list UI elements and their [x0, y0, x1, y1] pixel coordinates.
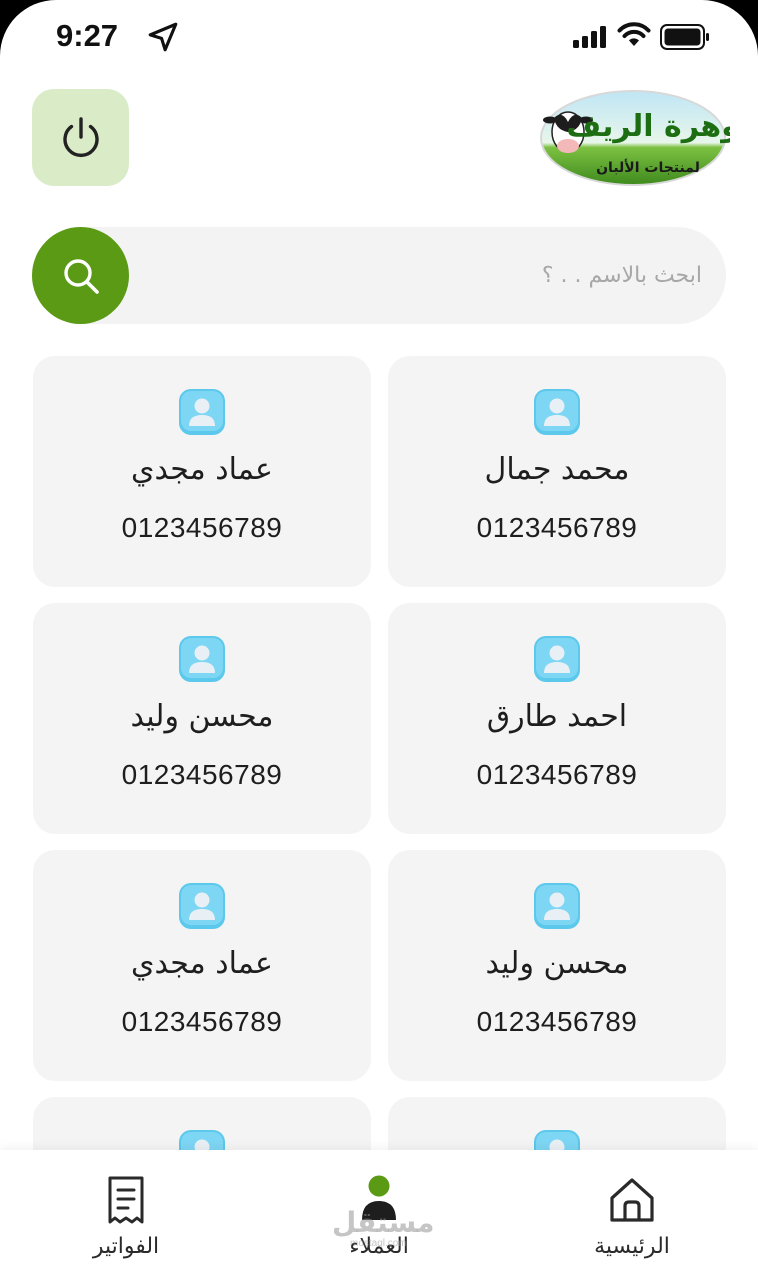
user-avatar-icon — [179, 636, 225, 682]
customer-card[interactable]: محمد جمال 0123456789 — [388, 356, 726, 587]
customer-name: عماد مجدي — [131, 946, 273, 981]
app-screen: 9:27 هرة الريف لمنتجات الألبان ابحث بالا… — [0, 0, 758, 1280]
wifi-icon — [617, 22, 651, 46]
nav-invoices[interactable]: الفواتير — [26, 1150, 226, 1280]
customer-phone: 0123456789 — [121, 759, 283, 790]
search-input[interactable] — [142, 227, 712, 324]
nav-invoices-label: الفواتير — [92, 1234, 160, 1259]
user-avatar-icon — [179, 883, 225, 929]
user-avatar-icon — [179, 389, 225, 435]
customer-phone: 0123456789 — [476, 512, 638, 543]
customer-phone: 0123456789 — [121, 512, 283, 543]
signal-icon — [573, 26, 606, 48]
customer-name: محسن وليد — [485, 946, 629, 981]
status-time: 9:27 — [56, 18, 119, 53]
brand-logo: جوهرة الريف لمنتجات الألبان — [540, 90, 730, 186]
search-bar — [32, 227, 726, 324]
customer-name: محسن وليد — [130, 699, 274, 734]
logo-tagline: لمنتجات الألبان — [596, 159, 700, 176]
user-avatar-icon — [534, 636, 580, 682]
customer-phone: 0123456789 — [121, 1006, 283, 1037]
logo-brand-name: جوهرة الريف — [566, 109, 730, 144]
customer-card[interactable]: محسن وليد 0123456789 — [33, 603, 371, 834]
search-icon — [63, 258, 99, 294]
nav-home-label: الرئيسية — [594, 1234, 670, 1259]
power-icon — [62, 116, 99, 157]
customer-name: احمد طارق — [486, 699, 628, 734]
customer-phone: 0123456789 — [476, 759, 638, 790]
location-arrow-icon — [148, 22, 178, 52]
user-avatar-icon — [534, 389, 580, 435]
customer-card[interactable]: عماد مجدي 0123456789 — [33, 356, 371, 587]
user-avatar-icon — [534, 883, 580, 929]
search-button[interactable] — [32, 227, 129, 324]
receipt-icon — [108, 1176, 144, 1224]
customer-card[interactable]: عماد مجدي 0123456789 — [33, 850, 371, 1081]
home-icon — [610, 1178, 654, 1222]
customer-name: محمد جمال — [484, 452, 630, 487]
customer-phone: 0123456789 — [476, 1006, 638, 1037]
bottom-nav: الرئيسية العملاء الفواتير مستقل mostaql.… — [0, 1150, 758, 1280]
customer-card[interactable]: محسن وليد 0123456789 — [388, 850, 726, 1081]
customer-name: عماد مجدي — [131, 452, 273, 487]
watermark: مستقل — [332, 1206, 435, 1239]
customer-card[interactable]: احمد طارق 0123456789 — [388, 603, 726, 834]
battery-icon — [660, 24, 709, 50]
status-bar: 9:27 — [0, 0, 758, 76]
watermark-url: mostaql.com — [350, 1238, 407, 1249]
nav-home[interactable]: الرئيسية — [532, 1150, 732, 1280]
power-button[interactable] — [32, 89, 129, 186]
